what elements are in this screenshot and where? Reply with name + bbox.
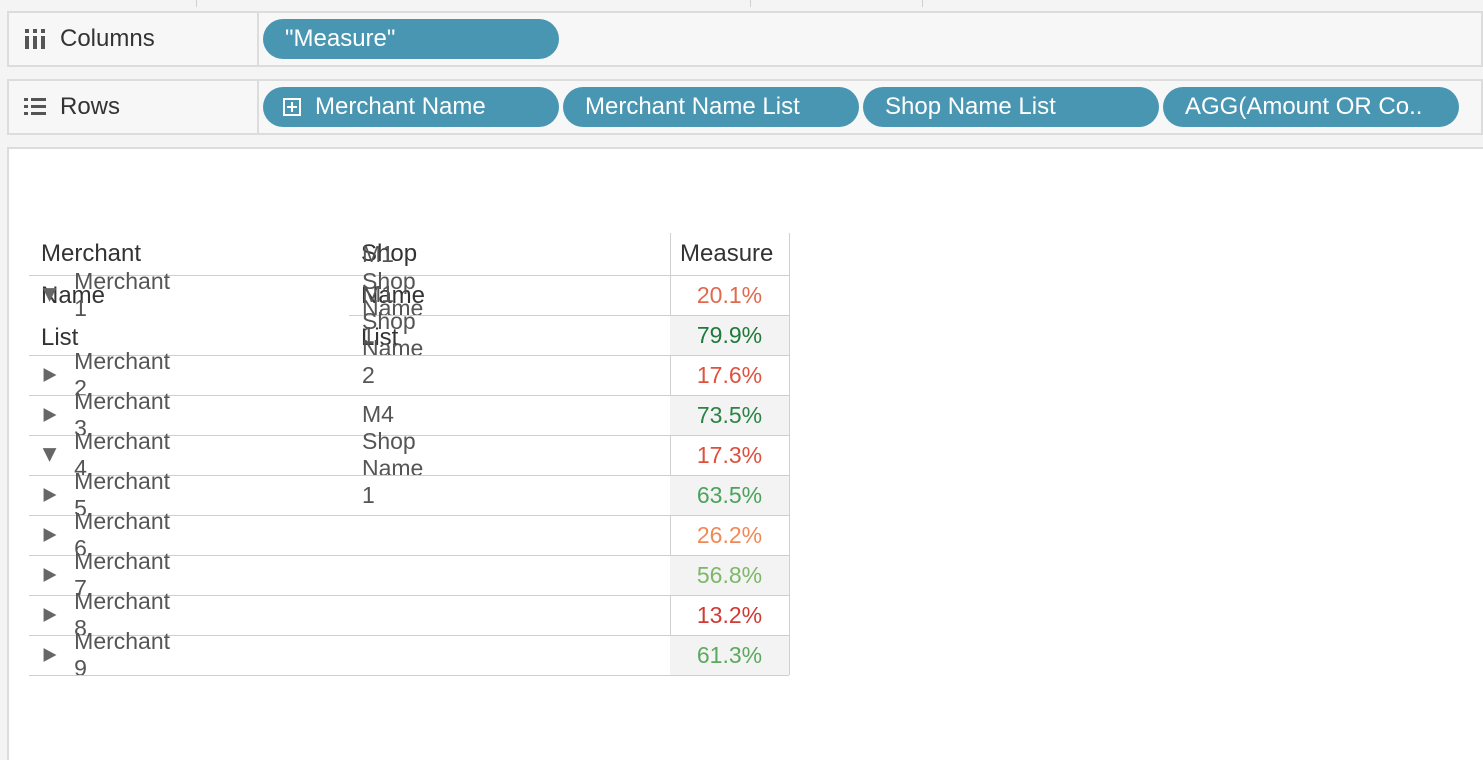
collapse-triangle-icon[interactable]: [41, 445, 58, 465]
rows-shelf-label: Rows: [9, 81, 259, 133]
pill-label: Shop Name List: [885, 93, 1056, 120]
columns-pills: "Measure": [263, 13, 563, 65]
pill-measure[interactable]: "Measure": [263, 19, 559, 59]
columns-icon: [25, 29, 45, 49]
merchant-row-header[interactable]: Merchant 9: [29, 628, 173, 681]
measure-cell[interactable]: 13.2%: [670, 596, 789, 635]
expand-triangle-icon[interactable]: [41, 405, 58, 425]
measure-right-border: [789, 233, 790, 675]
top-ruler: [0, 0, 1483, 7]
merchant-name: Merchant 1: [74, 268, 171, 321]
row-divider: [29, 675, 789, 676]
rows-shelf[interactable]: Rows Merchant Name Merchant Name List Sh…: [7, 79, 1483, 135]
shop-name-cell[interactable]: M4 Shop Name 1: [362, 401, 423, 508]
measure-cell[interactable]: 17.3%: [670, 436, 789, 475]
expand-triangle-icon[interactable]: [41, 365, 58, 385]
expand-triangle-icon[interactable]: [41, 605, 58, 625]
measure-cell[interactable]: 56.8%: [670, 556, 789, 595]
shop-name-cell[interactable]: M1 Shop Name 2: [362, 281, 423, 388]
measure-cell[interactable]: 61.3%: [670, 636, 789, 675]
pill-label: Merchant Name List: [585, 93, 800, 120]
measure-cell[interactable]: 73.5%: [670, 396, 789, 435]
ruler-tick: [750, 0, 751, 7]
merchant-row-header[interactable]: Merchant 1: [29, 268, 173, 321]
pill-label: AGG(Amount OR Co..: [1185, 93, 1423, 120]
expand-triangle-icon[interactable]: [41, 645, 58, 665]
columns-shelf-label: Columns: [9, 13, 259, 65]
view-canvas[interactable]: Merchant Name List Shop Name List Measur…: [7, 147, 1483, 760]
merchant-name: Merchant 9: [74, 628, 171, 681]
ruler-tick: [922, 0, 923, 7]
measure-cell[interactable]: 63.5%: [670, 476, 789, 515]
expand-triangle-icon[interactable]: [41, 525, 58, 545]
rows-label: Rows: [60, 93, 121, 120]
rows-pills: Merchant Name Merchant Name List Shop Na…: [263, 81, 1463, 133]
pill-shop-name-list[interactable]: Shop Name List: [863, 87, 1159, 127]
measure-cell[interactable]: 79.9%: [670, 316, 789, 355]
measure-cell[interactable]: 20.1%: [670, 276, 789, 315]
pill-merchant-name-list[interactable]: Merchant Name List: [563, 87, 859, 127]
pill-agg-amount[interactable]: AGG(Amount OR Co..: [1163, 87, 1459, 127]
expand-triangle-icon[interactable]: [41, 485, 58, 505]
columns-label: Columns: [60, 25, 155, 52]
pill-merchant-name[interactable]: Merchant Name: [263, 87, 559, 127]
pill-label: Merchant Name: [315, 93, 486, 120]
ruler-tick: [196, 0, 197, 7]
measure-cell[interactable]: 17.6%: [670, 356, 789, 395]
pill-label: "Measure": [285, 25, 396, 52]
expand-plus-icon[interactable]: [283, 98, 301, 116]
rows-icon: [24, 98, 46, 115]
collapse-triangle-icon[interactable]: [41, 285, 58, 305]
measure-cell[interactable]: 26.2%: [670, 516, 789, 555]
header-measure[interactable]: Measure: [680, 233, 773, 275]
expand-triangle-icon[interactable]: [41, 565, 58, 585]
columns-shelf[interactable]: Columns "Measure": [7, 11, 1483, 67]
